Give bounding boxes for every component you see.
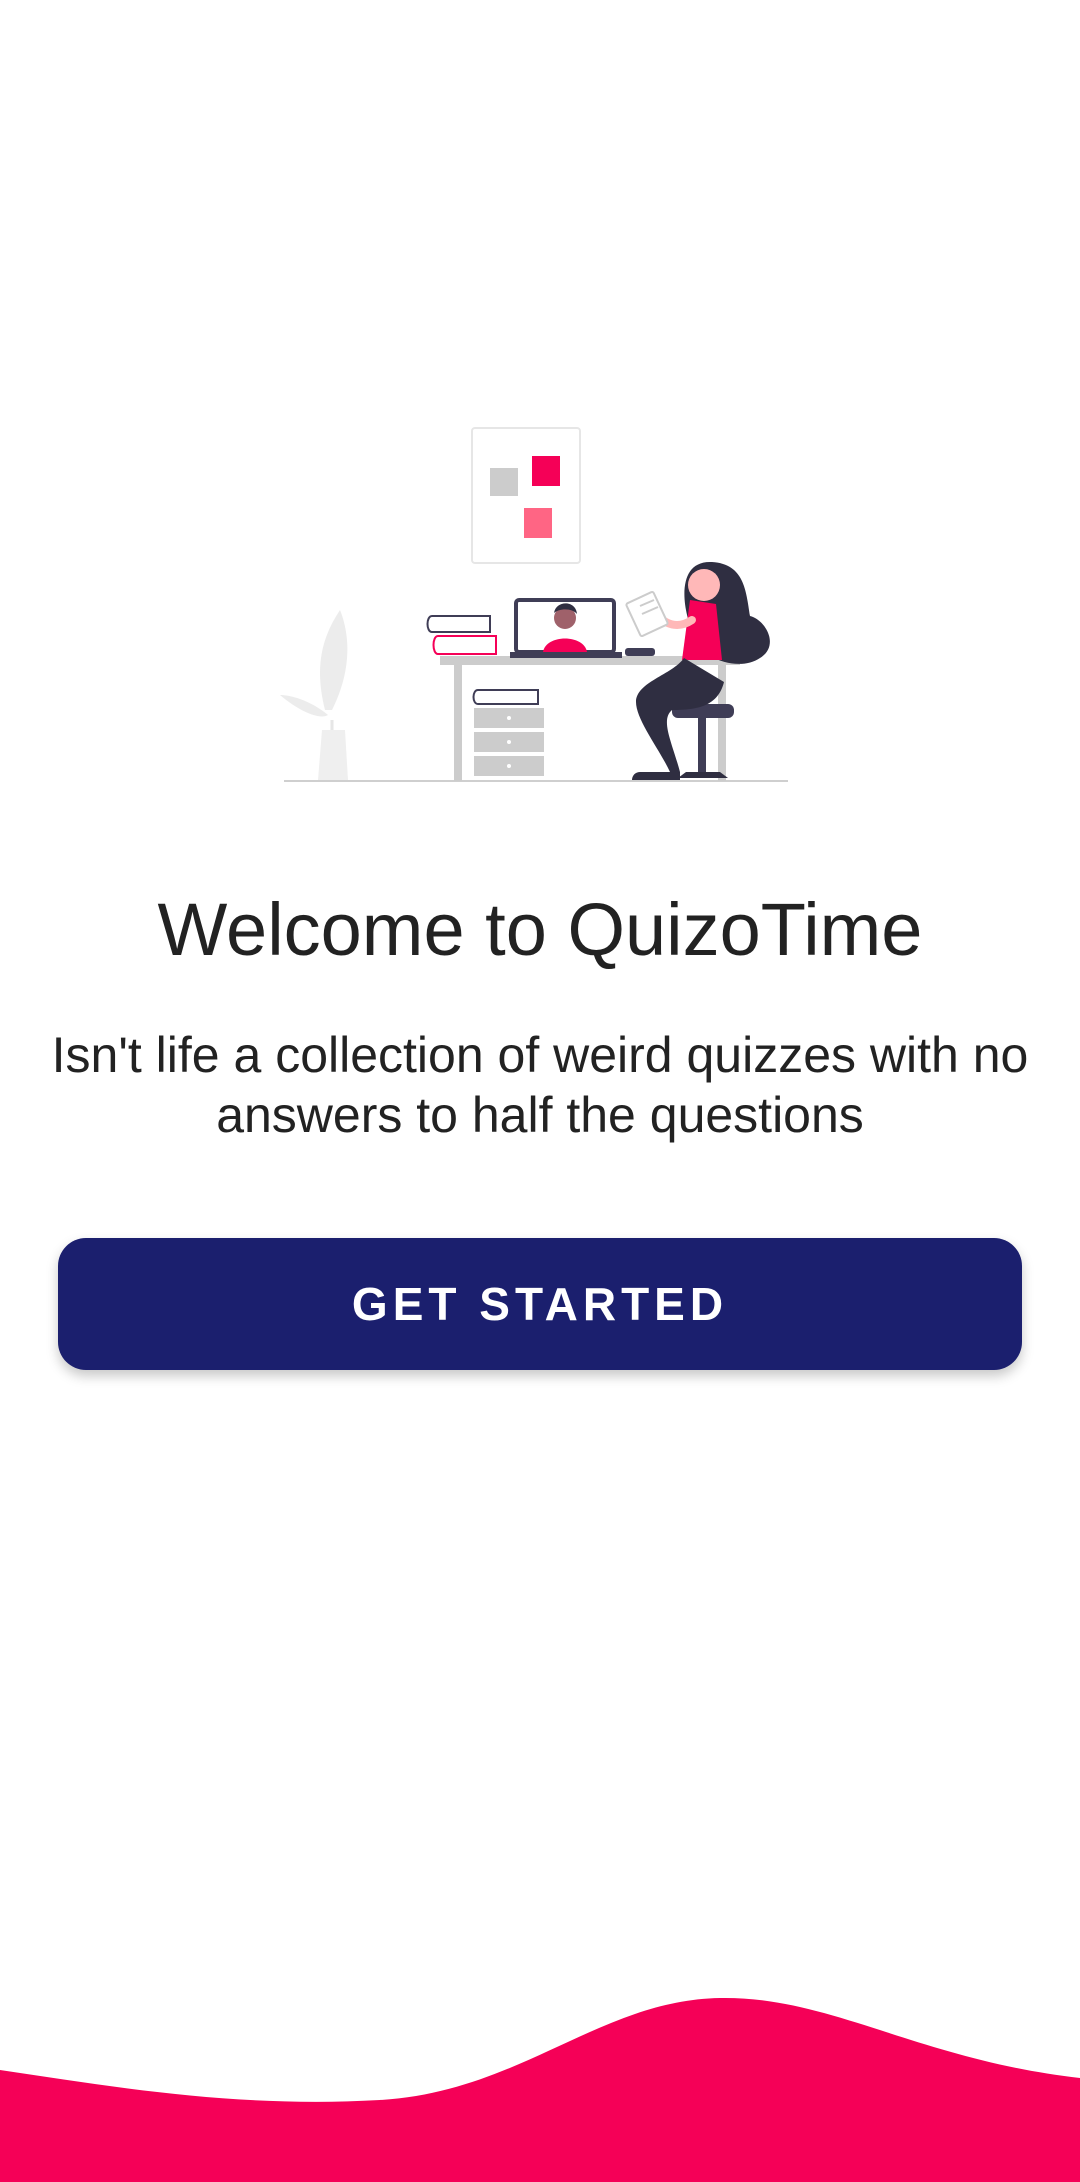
person-at-desk-illustration — [280, 427, 788, 782]
welcome-screen: Welcome to QuizoTime Isn't life a collec… — [0, 0, 1080, 2182]
bottom-wave-decoration — [0, 1997, 1080, 2182]
get-started-button[interactable]: GET STARTED — [58, 1238, 1022, 1370]
desk-leg-left — [454, 665, 462, 781]
paper-sheet — [625, 591, 669, 637]
frame-square-pink — [532, 456, 560, 486]
laptop-base — [510, 652, 622, 658]
book-stack — [426, 615, 491, 633]
plant-icon — [280, 610, 348, 780]
frame-square-gray — [490, 468, 518, 496]
frame-square-light-pink — [524, 508, 552, 538]
welcome-title: Welcome to QuizoTime — [157, 888, 923, 971]
welcome-subtitle: Isn't life a collection of weird quizzes… — [51, 1027, 1029, 1143]
woman-figure — [625, 561, 770, 780]
wall-frame — [471, 427, 581, 564]
